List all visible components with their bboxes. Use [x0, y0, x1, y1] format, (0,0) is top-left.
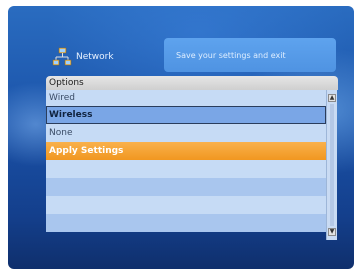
list-item — [46, 178, 326, 196]
scroll-down-icon[interactable]: ▼ — [328, 228, 336, 236]
help-text-box: Save your settings and exit — [164, 38, 336, 72]
scroll-track[interactable] — [330, 104, 334, 226]
apply-settings-button[interactable]: Apply Settings — [46, 142, 326, 160]
network-header: Network — [52, 44, 114, 70]
screen-frame: Network Save your settings and exit Opti… — [8, 6, 354, 269]
list-item — [46, 214, 326, 232]
scroll-up-icon[interactable]: ▲ — [328, 94, 336, 102]
options-panel: Options Wired Wireless None Apply Settin… — [46, 76, 338, 246]
option-wireless[interactable]: Wireless — [46, 106, 326, 124]
options-list: Wired Wireless None Apply Settings — [46, 90, 326, 232]
list-item — [46, 160, 326, 178]
network-title: Network — [76, 52, 114, 62]
list-item — [46, 196, 326, 214]
help-text: Save your settings and exit — [176, 50, 286, 60]
option-none[interactable]: None — [46, 124, 326, 142]
options-header: Options — [46, 76, 338, 90]
network-icon — [52, 47, 72, 66]
option-wired[interactable]: Wired — [46, 90, 326, 106]
options-scrollbar[interactable]: ▲ ▼ — [326, 90, 337, 240]
